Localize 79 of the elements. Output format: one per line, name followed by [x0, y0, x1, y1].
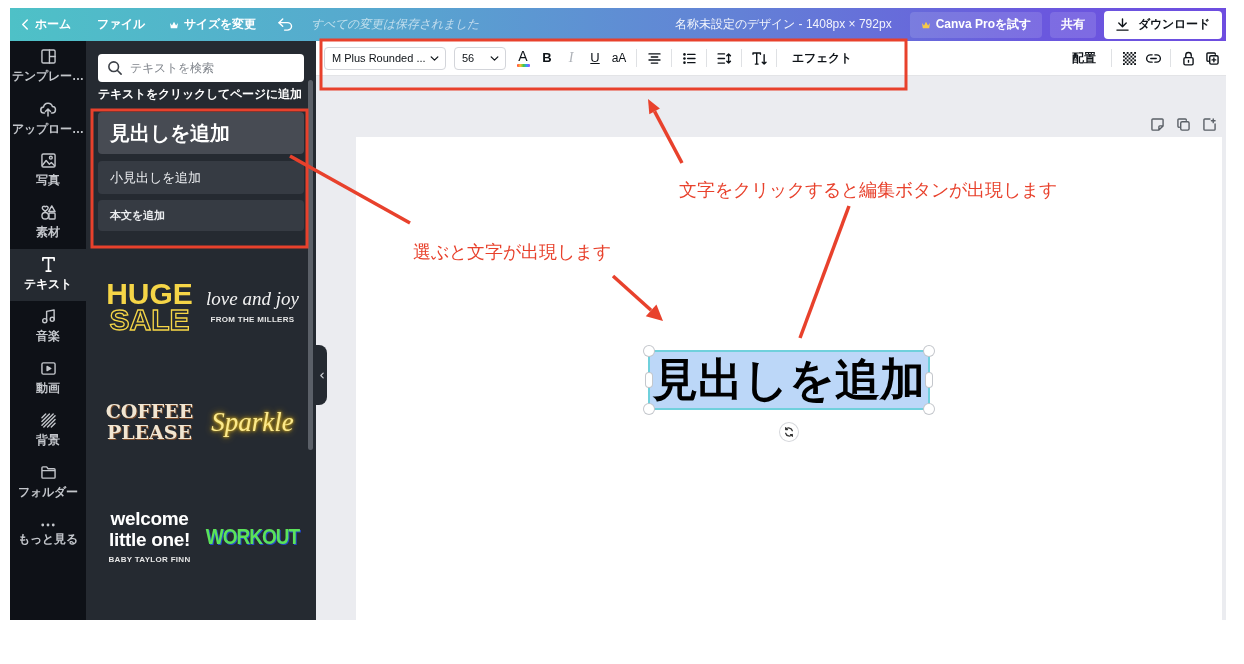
rotate-button[interactable] [780, 423, 798, 441]
chevron-down-icon [430, 55, 439, 61]
sidebar-tab[interactable]: 音楽 [10, 301, 86, 353]
chevron-down-icon [490, 55, 499, 61]
resize-handle[interactable] [644, 404, 654, 414]
font-size-dropdown[interactable]: 56 [454, 46, 506, 70]
sidebar-tab[interactable]: 動画 [10, 353, 86, 405]
search-field[interactable]: テキストを検索 [98, 54, 304, 82]
music-note-icon [40, 309, 56, 324]
resize-handle[interactable] [924, 404, 934, 414]
add-subheading-button[interactable]: 小見出しを追加 [98, 161, 304, 194]
download-icon [1116, 18, 1129, 31]
effects-button[interactable]: エフェクト [782, 45, 862, 71]
diagonal-stripes-icon [40, 413, 56, 428]
text-style-sample[interactable]: HUGE SALE [106, 280, 193, 333]
collapse-panel-button[interactable] [316, 345, 327, 405]
duplicate-icon[interactable] [1205, 51, 1219, 65]
lock-icon[interactable] [1182, 50, 1194, 66]
underline-button[interactable]: U [583, 45, 607, 71]
crown-icon [169, 20, 179, 29]
color-bar-icon [516, 64, 530, 67]
image-icon [40, 153, 56, 168]
cloud-upload-icon [40, 100, 56, 117]
text-color-button[interactable]: A [511, 45, 535, 71]
sidebar-tab[interactable]: 素材 [10, 197, 86, 249]
font-dropdown[interactable]: M Plus Rounded ... [324, 46, 446, 70]
sidebar-tab[interactable]: テキスト [10, 249, 86, 301]
letter-t-icon [40, 257, 56, 272]
text-style-sample[interactable]: COFFEE PLEASE [105, 400, 194, 443]
link-icon[interactable] [1145, 52, 1161, 64]
chevron-left-icon [22, 19, 28, 30]
note-icon[interactable] [1151, 117, 1164, 131]
text-style-sample[interactable]: welcome little one! BABY TAYLOR FINN [108, 508, 191, 565]
text-direction-icon [751, 51, 767, 65]
bold-button[interactable]: B [535, 45, 559, 71]
rotate-icon [784, 427, 794, 437]
resize-handle[interactable] [644, 346, 654, 356]
add-body-text-button[interactable]: 本文を追加 [98, 200, 304, 231]
annotation-text: 文字をクリックすると編集ボタンが出現します [679, 180, 1057, 200]
text-style-sample[interactable]: WORKOUT [205, 523, 300, 550]
shapes-icon [40, 205, 56, 220]
chevron-left-icon [319, 371, 324, 379]
sidebar-tab[interactable]: アップロー… [10, 93, 86, 145]
sidebar-tab[interactable]: 背景 [10, 405, 86, 457]
save-status: すべての変更は保存されました [311, 16, 479, 33]
video-icon [40, 361, 56, 376]
undo-icon[interactable] [278, 18, 293, 31]
position-button[interactable]: 配置 [1062, 45, 1106, 71]
add-page-icon[interactable] [1203, 117, 1216, 131]
text-style-sample[interactable]: love and joy FROM THE MILLERS [206, 288, 299, 325]
download-button[interactable]: ダウンロード [1104, 10, 1222, 39]
annotation-arrow [611, 274, 663, 321]
search-icon [108, 61, 122, 75]
scrollbar-thumb[interactable] [308, 80, 313, 450]
text-style-sample[interactable]: Sparkle [211, 406, 294, 437]
folder-icon [40, 465, 56, 480]
sidebar-tab[interactable]: 写真 [10, 145, 86, 197]
layout-icon [40, 49, 56, 64]
resize-handle[interactable] [924, 346, 934, 356]
try-pro-button[interactable]: Canva Proを試す [909, 11, 1042, 38]
panel-heading: テキストをクリックしてページに追加 [98, 88, 303, 100]
crown-icon [920, 20, 931, 29]
annotation-arrow [648, 99, 684, 164]
copy-icon[interactable] [1177, 117, 1190, 131]
ellipsis-icon [41, 522, 55, 527]
sidebar-tab[interactable]: もっと見る [10, 509, 86, 561]
letter-case-button[interactable]: aA [607, 45, 631, 71]
line-spacing-icon [716, 52, 732, 64]
add-heading-button[interactable]: 見出しを追加 [98, 112, 304, 154]
design-title: 名称未設定のデザイン - 1408px × 792px [675, 16, 892, 33]
sidebar-tab[interactable]: テンプレー… [10, 41, 86, 93]
checkerboard-icon[interactable] [1122, 51, 1136, 65]
share-button[interactable]: 共有 [1050, 11, 1096, 38]
resize-handle[interactable] [646, 373, 652, 387]
align-center-icon [647, 52, 661, 64]
annotation-text: 選ぶと文字が出現します [413, 242, 611, 262]
bullet-list-icon [682, 52, 696, 64]
sidebar-tab[interactable]: フォルダー [10, 457, 86, 509]
resize-handle[interactable] [926, 373, 932, 387]
